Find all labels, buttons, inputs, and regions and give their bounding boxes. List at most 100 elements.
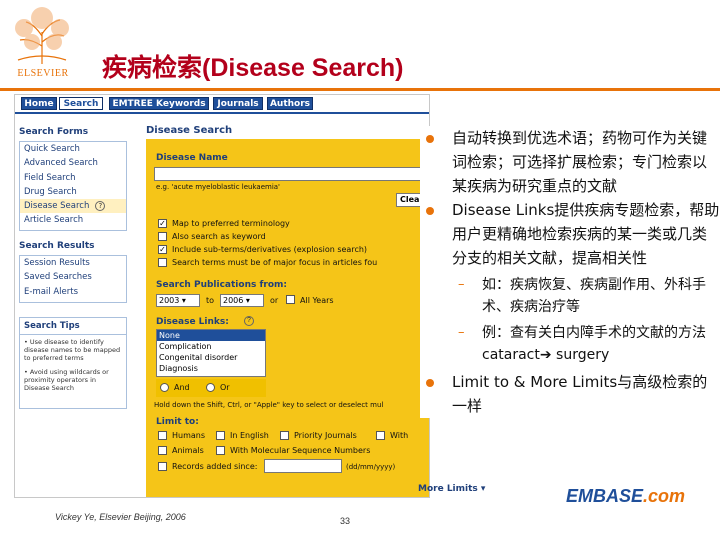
bullet-text: Limit to & More Limits与高级检索的一样 — [452, 373, 708, 415]
dash-icon: – — [458, 277, 465, 292]
sequence-numbers-checkbox[interactable] — [216, 446, 225, 455]
limit-label: Priority Journals — [294, 431, 357, 440]
records-added-checkbox[interactable] — [158, 462, 167, 471]
brand-suffix: .com — [643, 486, 686, 506]
tab-authors[interactable]: Authors — [267, 97, 313, 110]
limit-label: With Molecular Sequence Numbers — [230, 446, 371, 455]
all-years-label: All Years — [300, 296, 334, 305]
disease-name-input[interactable] — [154, 167, 429, 181]
bullet-dot-icon — [426, 135, 434, 143]
year-from-select[interactable]: 2003 ▾ — [156, 294, 200, 307]
example-text: e.g. 'acute myeloblastic leukaemia' — [156, 183, 280, 191]
nav-rule — [15, 112, 429, 114]
keyword-checkbox[interactable] — [158, 232, 167, 241]
chevron-down-icon: ▾ — [480, 484, 486, 494]
search-forms-heading: Search Forms — [19, 127, 89, 137]
search-tips-box: Search Tips • Use disease to identify di… — [19, 317, 127, 409]
animals-checkbox[interactable] — [158, 446, 167, 455]
priority-journals-checkbox[interactable] — [280, 431, 289, 440]
sidebar-item-article-search[interactable]: Article Search — [20, 213, 126, 227]
disease-name-label: Disease Name — [156, 153, 228, 163]
list-item[interactable]: Congenital disorder — [157, 352, 265, 363]
brand-name: EMBASE — [566, 486, 644, 506]
to-label: to — [206, 296, 215, 305]
sidebar-item-field-search[interactable]: Field Search — [20, 171, 126, 185]
english-checkbox[interactable] — [216, 431, 225, 440]
major-focus-checkbox[interactable] — [158, 258, 167, 267]
explosion-checkbox[interactable]: ✓ — [158, 245, 167, 254]
search-results-heading: Search Results — [19, 241, 95, 251]
bullet-list: 自动转换到优选术语；药物可作为关键词检索；可选择扩展检索；专门检索以某疾病为研究… — [420, 126, 720, 418]
sidebar-item-drug-search[interactable]: Drug Search — [20, 185, 126, 199]
footer-author: Vickey Ye, Elsevier Beijing, 2006 — [55, 512, 186, 522]
sidebar-item-saved-searches[interactable]: Saved Searches — [20, 270, 126, 284]
disease-search-heading: Disease Search — [146, 125, 233, 136]
page-number: 33 — [340, 516, 351, 526]
tab-home[interactable]: Home — [21, 97, 57, 110]
elsevier-wordmark: ELSEVIER — [17, 68, 69, 79]
option-label: Search terms must be of major focus in a… — [172, 258, 378, 267]
help-icon[interactable]: ? — [244, 316, 254, 326]
sub-bullet-cataract: – 例：查有关白内障手术的文献的方法 cataract➔ surgery — [420, 322, 720, 366]
slide-title: 疾病检索(Disease Search) — [102, 54, 404, 82]
or-label: or — [270, 296, 279, 305]
help-icon[interactable]: ? — [95, 201, 106, 212]
links-operator-row: And Or — [156, 379, 266, 397]
disease-search-form: Disease Name e.g. 'acute myeloblastic le… — [146, 139, 429, 497]
or-radio[interactable] — [206, 383, 215, 392]
more-limits-link[interactable]: More Limits ▾ — [418, 484, 485, 494]
limit-label: Animals — [172, 446, 204, 455]
records-added-label: Records added since: — [172, 462, 258, 471]
year-from-value: 2003 — [159, 296, 180, 305]
top-nav: Home Search EMTREE Keywords Journals Aut… — [15, 95, 429, 112]
with-checkbox[interactable] — [376, 431, 385, 440]
sidebar-item-label: Disease Search — [24, 201, 90, 212]
disease-links-label: Disease Links: — [156, 317, 229, 327]
limit-to-label: Limit to: — [156, 417, 199, 427]
sub-bullet-examples: – 如：疾病恢复、疾病副作用、外科手术、疾病治疗等 — [420, 274, 720, 318]
bullet-disease-links: Disease Links提供疾病专题检索，帮助用户更精确地检索疾病的某一类或几… — [420, 198, 720, 270]
bullet-dot-icon — [426, 379, 434, 387]
sidebar-item-disease-search[interactable]: Disease Search? — [20, 199, 126, 214]
list-item[interactable]: Diagnosis — [157, 363, 265, 374]
bullet-text: 自动转换到优选术语；药物可作为关键词检索；可选择扩展检索；专门检索以某疾病为研究… — [452, 129, 708, 195]
sidebar-item-email-alerts[interactable]: E-mail Alerts — [20, 285, 126, 299]
search-results-list: Session Results Saved Searches E-mail Al… — [19, 255, 127, 303]
search-tip: • Use disease to identify disease names … — [24, 338, 121, 362]
bullet-text: 如：疾病恢复、疾病副作用、外科手术、疾病治疗等 — [482, 277, 706, 315]
bullet-auto-mapping: 自动转换到优选术语；药物可作为关键词检索；可选择扩展检索；专门检索以某疾病为研究… — [420, 126, 720, 198]
header-divider — [0, 88, 720, 91]
humans-checkbox[interactable] — [158, 431, 167, 440]
year-to-value: 2006 — [223, 296, 244, 305]
limit-label: Humans — [172, 431, 206, 440]
embase-screenshot: Home Search EMTREE Keywords Journals Aut… — [14, 94, 430, 498]
search-forms-list: Quick Search Advanced Search Field Searc… — [19, 141, 127, 231]
date-format-hint: (dd/mm/yyyy) — [346, 463, 396, 471]
list-item[interactable]: None — [157, 330, 265, 341]
sidebar-item-advanced-search[interactable]: Advanced Search — [20, 156, 126, 170]
and-label: And — [174, 383, 190, 392]
option-label: Map to preferred terminology — [172, 219, 290, 228]
bullet-text: surgery — [551, 347, 610, 363]
map-terminology-checkbox[interactable]: ✓ — [158, 219, 167, 228]
bullet-dot-icon — [426, 207, 434, 215]
tab-journals[interactable]: Journals — [213, 97, 263, 110]
and-radio[interactable] — [160, 383, 169, 392]
list-item[interactable]: Complication — [157, 341, 265, 352]
disease-links-listbox[interactable]: None Complication Congenital disorder Di… — [156, 329, 266, 377]
option-label: Include sub-terms/derivatives (explosion… — [172, 245, 368, 254]
records-date-input[interactable] — [264, 459, 342, 473]
or-radio-label: Or — [220, 383, 230, 392]
bullet-text: Disease Links提供疾病专题检索，帮助用户更精确地检索疾病的某一类或几… — [452, 201, 720, 267]
bullet-limit-to: Limit to & More Limits与高级检索的一样 — [420, 370, 720, 418]
limit-label: In English — [230, 431, 269, 440]
tab-emtree-keywords[interactable]: EMTREE Keywords — [109, 97, 209, 110]
year-to-select[interactable]: 2006 ▾ — [220, 294, 264, 307]
tab-search[interactable]: Search — [59, 97, 103, 110]
all-years-checkbox[interactable] — [286, 295, 295, 304]
arrow-right-icon: ➔ — [539, 347, 552, 363]
sidebar-item-session-results[interactable]: Session Results — [20, 256, 126, 270]
sidebar-item-quick-search[interactable]: Quick Search — [20, 142, 126, 156]
hold-down-hint: Hold down the Shift, Ctrl, or "Apple" ke… — [154, 401, 384, 409]
dash-icon: – — [458, 325, 465, 340]
